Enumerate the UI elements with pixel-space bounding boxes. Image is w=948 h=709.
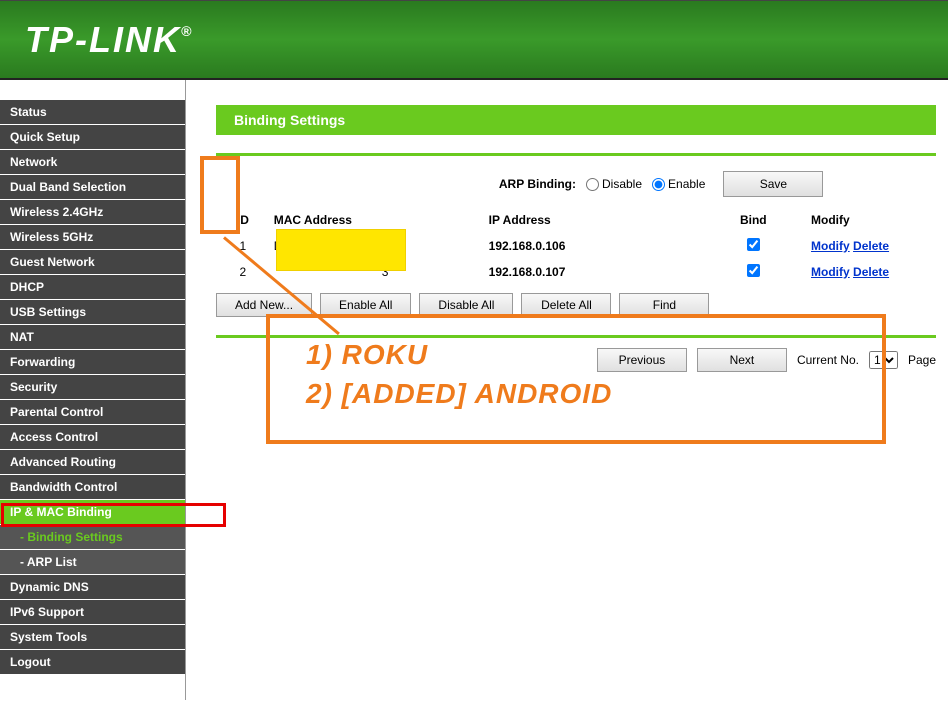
sidebar-item[interactable]: Quick Setup <box>0 125 185 150</box>
previous-button[interactable]: Previous <box>597 348 687 372</box>
pager: Previous Next Current No. 1 Page <box>216 348 936 372</box>
sidebar-item[interactable]: Wireless 2.4GHz <box>0 200 185 225</box>
sidebar-item[interactable]: Network <box>0 150 185 175</box>
annotation-text-box <box>266 314 886 444</box>
arp-disable-option[interactable]: Disable <box>586 177 642 191</box>
sidebar-item[interactable]: IP & MAC Binding <box>0 500 185 525</box>
sidebar-item[interactable]: Dual Band Selection <box>0 175 185 200</box>
sidebar-sub-item[interactable]: - ARP List <box>0 550 185 575</box>
arp-disable-radio[interactable] <box>586 178 599 191</box>
bind-checkbox[interactable] <box>747 238 760 251</box>
panel-title: Binding Settings <box>216 105 936 135</box>
next-button[interactable]: Next <box>697 348 787 372</box>
sidebar-item[interactable]: System Tools <box>0 625 185 650</box>
add-new-button[interactable]: Add New... <box>216 293 312 317</box>
sidebar-item[interactable]: Logout <box>0 650 185 675</box>
sidebar-item[interactable]: Guest Network <box>0 250 185 275</box>
delete-all-button[interactable]: Delete All <box>521 293 611 317</box>
sidebar-item[interactable]: Parental Control <box>0 400 185 425</box>
page-label: Page <box>908 353 936 367</box>
sidebar-item[interactable]: Status <box>0 100 185 125</box>
sidebar-item[interactable]: NAT <box>0 325 185 350</box>
delete-link[interactable]: Delete <box>853 239 889 253</box>
bind-checkbox[interactable] <box>747 264 760 277</box>
sidebar-item[interactable]: Wireless 5GHz <box>0 225 185 250</box>
annotation-text: 1) ROKU 2) [ADDED] ANDROID <box>306 335 612 413</box>
cell-ip: 192.168.0.107 <box>485 259 700 285</box>
sidebar-item[interactable]: IPv6 Support <box>0 600 185 625</box>
page-select[interactable]: 1 <box>869 351 898 369</box>
binding-table-wrap: ID MAC Address IP Address Bind Modify 1D… <box>216 207 936 317</box>
col-id: ID <box>216 207 270 233</box>
col-bind: Bind <box>700 207 807 233</box>
current-no-label: Current No. <box>797 353 859 367</box>
modify-link[interactable]: Modify <box>811 265 850 279</box>
arp-binding-row: ARP Binding: Disable Enable Save <box>216 166 936 207</box>
table-button-row: Add New... Enable All Disable All Delete… <box>216 293 936 317</box>
sidebar-item[interactable]: DHCP <box>0 275 185 300</box>
sidebar-item[interactable]: Dynamic DNS <box>0 575 185 600</box>
divider <box>216 153 936 156</box>
main-content: Binding Settings ARP Binding: Disable En… <box>186 80 948 700</box>
arp-binding-label: ARP Binding: <box>216 177 586 191</box>
sidebar-item[interactable]: USB Settings <box>0 300 185 325</box>
col-ip: IP Address <box>485 207 700 233</box>
find-button[interactable]: Find <box>619 293 709 317</box>
modify-link[interactable]: Modify <box>811 239 850 253</box>
sidebar-item[interactable]: Bandwidth Control <box>0 475 185 500</box>
header: TP-LINK® <box>0 0 948 80</box>
arp-enable-option[interactable]: Enable <box>652 177 705 191</box>
cell-bind <box>700 259 807 285</box>
divider <box>216 335 936 338</box>
disable-all-button[interactable]: Disable All <box>419 293 513 317</box>
sidebar-sub-item[interactable]: - Binding Settings <box>0 525 185 550</box>
sidebar: StatusQuick SetupNetworkDual Band Select… <box>0 80 186 700</box>
sidebar-item[interactable]: Access Control <box>0 425 185 450</box>
sidebar-item[interactable]: Security <box>0 375 185 400</box>
cell-bind <box>700 233 807 259</box>
enable-all-button[interactable]: Enable All <box>320 293 411 317</box>
delete-link[interactable]: Delete <box>853 265 889 279</box>
save-button[interactable]: Save <box>723 171 823 197</box>
sidebar-item[interactable]: Forwarding <box>0 350 185 375</box>
brand-logo: TP-LINK® <box>25 19 193 61</box>
cell-id: 2 <box>216 259 270 285</box>
sidebar-item[interactable]: Advanced Routing <box>0 450 185 475</box>
arp-enable-radio[interactable] <box>652 178 665 191</box>
col-modify: Modify <box>807 207 936 233</box>
cell-id: 1 <box>216 233 270 259</box>
cell-ip: 192.168.0.106 <box>485 233 700 259</box>
cell-modify: Modify Delete <box>807 233 936 259</box>
mac-redaction <box>276 229 406 271</box>
cell-modify: Modify Delete <box>807 259 936 285</box>
